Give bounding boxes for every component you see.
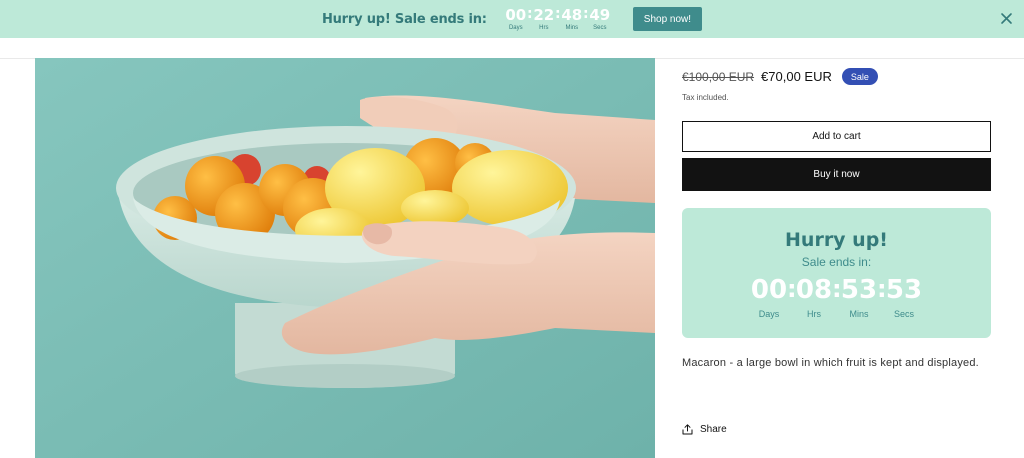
sale-price: €70,00 EUR — [761, 69, 832, 84]
shop-now-button[interactable]: Shop now! — [632, 7, 703, 31]
countdown-timer: 00 Days : 08 Hrs : 53 Mins : 53 Secs — [682, 274, 991, 319]
countdown-hours-value: 22 — [533, 5, 555, 24]
countdown-days-label: Days — [508, 24, 523, 31]
price-row: €100,00 EUR €70,00 EUR Sale — [682, 68, 991, 85]
countdown-days-value: 00 — [750, 275, 788, 305]
countdown-title: Hurry up! — [785, 229, 888, 251]
countdown-days-label: Days — [758, 309, 780, 319]
countdown-seconds-label: Secs — [893, 309, 914, 319]
countdown-minutes-label: Mins — [849, 309, 869, 319]
product-image[interactable] — [35, 58, 655, 458]
countdown-card: Hurry up! Sale ends in: 00 Days : 08 Hrs… — [682, 208, 991, 338]
close-icon[interactable] — [1000, 12, 1013, 25]
countdown-minutes-label: Mins — [565, 24, 579, 31]
countdown-hours-label: Hrs — [807, 309, 821, 319]
countdown-days-value: 00 — [505, 5, 527, 24]
countdown-minutes-value: 48 — [561, 5, 583, 24]
countdown-separator: : — [877, 275, 887, 303]
regular-price: €100,00 EUR — [682, 69, 755, 84]
fruit-bowl-photo — [35, 58, 655, 458]
countdown-seconds: 53 Secs — [886, 274, 922, 319]
announcement-countdown: 00 Days : 22 Hrs : 48 Mins : 49 Secs — [505, 6, 611, 32]
countdown-hours: 22 Hrs — [533, 7, 555, 32]
countdown-minutes: 48 Mins — [561, 7, 583, 32]
announcement-title: Hurry up! Sale ends in: — [321, 11, 487, 27]
product-description: Macaron - a large bowl in which fruit is… — [682, 357, 979, 369]
buy-it-now-button[interactable]: Buy it now — [682, 158, 991, 191]
share-button[interactable]: Share — [682, 424, 727, 435]
countdown-seconds-value: 49 — [589, 5, 611, 24]
countdown-seconds-label: Secs — [593, 24, 607, 31]
countdown-separator: : — [832, 275, 842, 303]
countdown-minutes: 53 Mins — [841, 274, 877, 319]
countdown-hours-value: 08 — [795, 275, 833, 305]
countdown-separator: : — [787, 275, 797, 303]
countdown-seconds: 49 Secs — [589, 7, 611, 32]
announcement-bar: Hurry up! Sale ends in: 00 Days : 22 Hrs… — [0, 0, 1024, 38]
countdown-hours: 08 Hrs — [796, 274, 832, 319]
countdown-minutes-value: 53 — [840, 275, 878, 305]
countdown-hours-label: Hrs — [539, 24, 549, 31]
tax-note: Tax included. — [682, 93, 729, 102]
share-label: Share — [700, 424, 727, 435]
countdown-days: 00 Days — [751, 274, 787, 319]
add-to-cart-button[interactable]: Add to cart — [682, 121, 991, 152]
countdown-seconds-value: 53 — [885, 275, 923, 305]
sale-badge: Sale — [841, 68, 878, 85]
countdown-days: 00 Days — [505, 7, 527, 32]
countdown-subtitle: Sale ends in: — [801, 255, 872, 269]
share-icon — [682, 424, 693, 435]
